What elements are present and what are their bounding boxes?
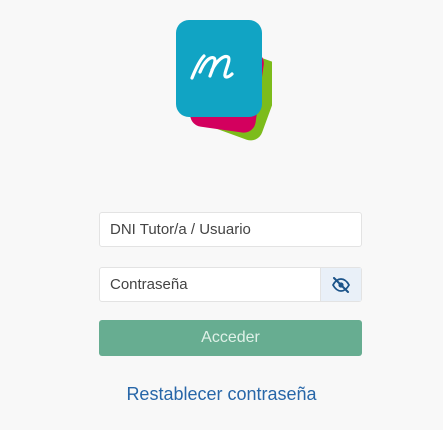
login-button[interactable]: Acceder [99,320,362,356]
password-visibility-toggle[interactable] [320,268,361,301]
eye-slash-icon [332,276,350,293]
username-input[interactable] [100,213,361,246]
reset-password-link[interactable]: Restablecer contraseña [0,384,443,405]
username-field[interactable] [99,212,362,247]
password-input[interactable] [100,268,320,301]
app-logo-icon [176,20,272,141]
password-field[interactable] [99,267,362,302]
logo-front-card [176,20,262,117]
